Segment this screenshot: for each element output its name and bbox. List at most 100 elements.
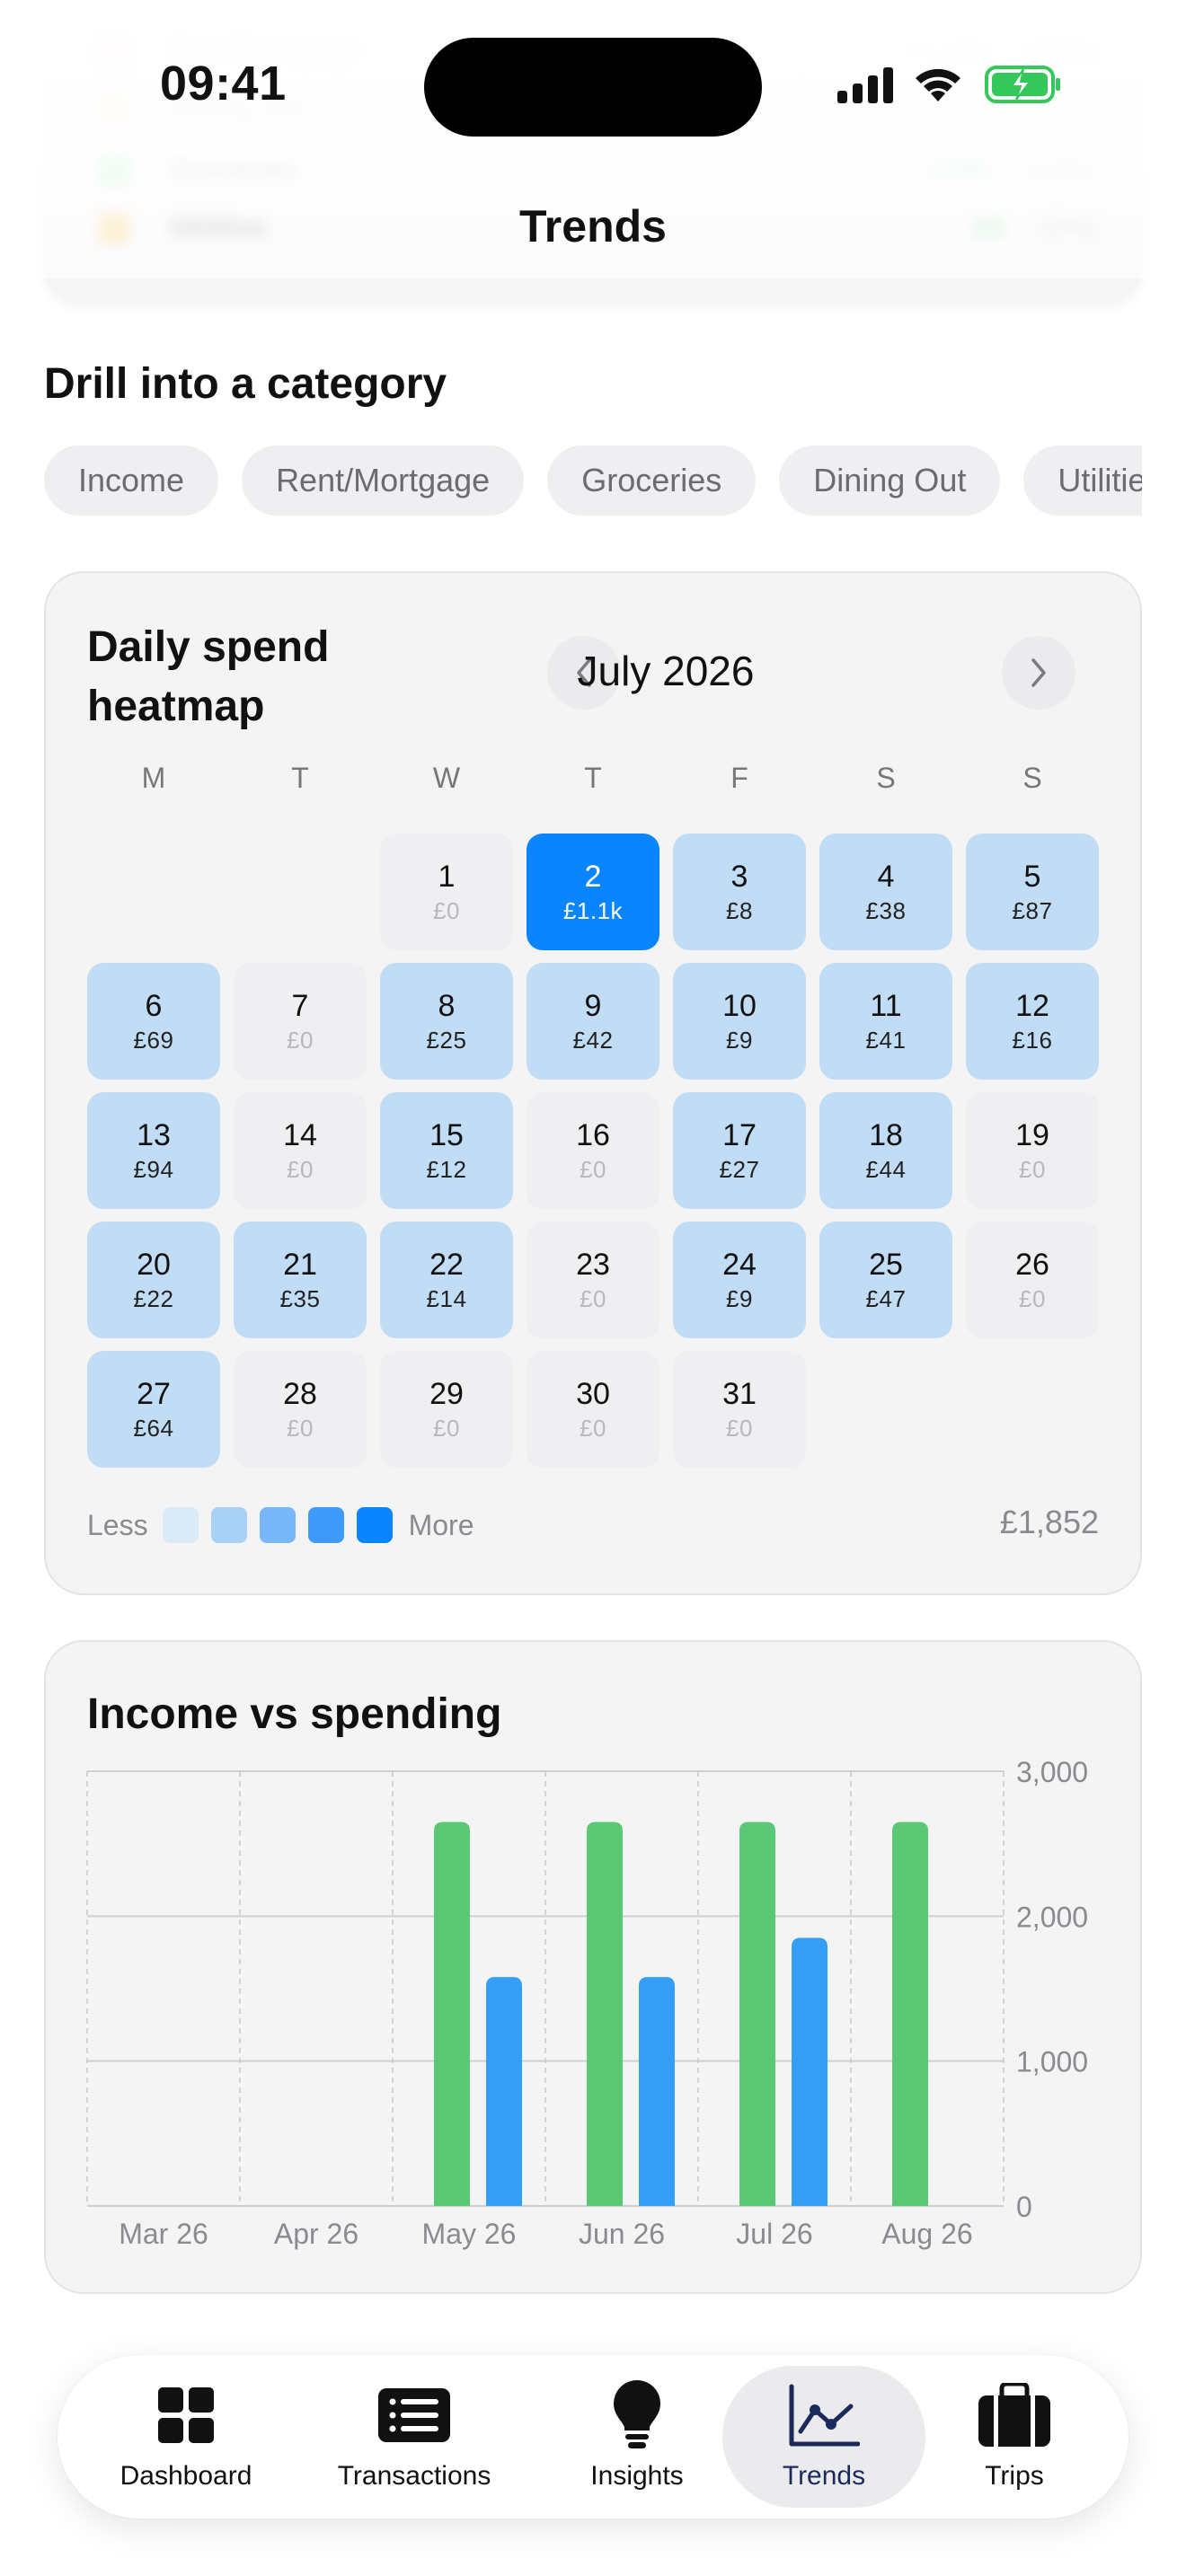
tab-label: Trends xyxy=(782,2461,866,2491)
cellular-signal-icon xyxy=(837,66,893,103)
heatmap-day-7[interactable]: 7 £0 xyxy=(234,963,367,1080)
lightbulb-icon xyxy=(614,2380,660,2448)
tab-bar: Dashboard Transactions Insights Trends T… xyxy=(58,2355,1128,2519)
x-tick-label: Apr 26 xyxy=(274,2218,358,2250)
day-amount: £9 xyxy=(726,1285,753,1312)
x-tick-label: May 26 xyxy=(422,2218,517,2250)
day-amount: £0 xyxy=(580,1285,606,1312)
heatmap-day-22[interactable]: 22 £14 xyxy=(380,1222,513,1338)
month-total: £1,852 xyxy=(999,1504,1099,1540)
heatmap-title: Daily spend heatmap xyxy=(87,623,330,730)
day-number: 24 xyxy=(722,1248,757,1282)
heatmap-day-12[interactable]: 12 £16 xyxy=(966,963,1099,1080)
page-title: Trends xyxy=(519,201,667,251)
day-amount: £94 xyxy=(133,1156,174,1183)
day-amount: £47 xyxy=(865,1285,907,1312)
heatmap-day-2[interactable]: 2 £1.1k xyxy=(527,834,659,950)
status-icons xyxy=(837,65,1062,104)
chevron-right-icon xyxy=(1031,658,1046,687)
x-tick-label: Aug 26 xyxy=(881,2218,972,2250)
heatmap-day-29[interactable]: 29 £0 xyxy=(380,1351,513,1468)
day-amount: £38 xyxy=(865,897,907,924)
heatmap-day-17[interactable]: 17 £27 xyxy=(673,1092,806,1209)
tab-dashboard[interactable]: Dashboard xyxy=(92,2366,280,2508)
heatmap-day-11[interactable]: 11 £41 xyxy=(819,963,952,1080)
heatmap-day-24[interactable]: 24 £9 xyxy=(673,1222,806,1338)
next-month-button[interactable] xyxy=(1002,636,1075,710)
chip-income[interactable]: Income xyxy=(44,446,219,516)
status-time: 09:41 xyxy=(160,57,287,110)
tab-trips[interactable]: Trips xyxy=(947,2366,1082,2508)
heatmap-day-6[interactable]: 6 £69 xyxy=(87,963,220,1080)
grid-icon xyxy=(158,2387,214,2443)
heatmap-day-10[interactable]: 10 £9 xyxy=(673,963,806,1080)
day-amount: £44 xyxy=(865,1156,907,1183)
day-number: 2 xyxy=(584,860,602,894)
chip-rent-mortgage[interactable]: Rent/Mortgage xyxy=(242,446,525,516)
day-amount: £27 xyxy=(719,1156,760,1183)
day-amount: £0 xyxy=(287,1415,314,1442)
day-number: 19 xyxy=(1015,1118,1049,1152)
heatmap-day-19[interactable]: 19 £0 xyxy=(966,1092,1099,1209)
y-tick-label: 2,000 xyxy=(1016,1901,1088,1933)
y-tick-label: 3,000 xyxy=(1016,1756,1088,1788)
day-number: 6 xyxy=(145,989,163,1023)
day-amount: £0 xyxy=(726,1415,753,1442)
tab-label: Trips xyxy=(985,2461,1044,2491)
legend-swatch xyxy=(307,1507,344,1543)
income-bar xyxy=(892,1822,928,2206)
day-number: 7 xyxy=(291,989,309,1023)
legend-less-label: Less xyxy=(87,1508,148,1541)
heatmap-day-21[interactable]: 21 £35 xyxy=(234,1222,367,1338)
day-amount: £35 xyxy=(279,1285,321,1312)
day-number: 26 xyxy=(1015,1248,1049,1282)
chip-dining-out[interactable]: Dining Out xyxy=(779,446,1001,516)
day-amount: £9 xyxy=(726,1027,753,1054)
day-number: 5 xyxy=(1023,860,1041,894)
weekday-label: F xyxy=(730,762,748,794)
day-amount: £0 xyxy=(580,1415,606,1442)
weekday-label: W xyxy=(432,762,461,794)
legend-more-label: More xyxy=(408,1508,474,1541)
heatmap-day-26[interactable]: 26 £0 xyxy=(966,1222,1099,1338)
weekday-label: T xyxy=(584,762,602,794)
day-amount: £42 xyxy=(572,1027,614,1054)
heatmap-day-28[interactable]: 28 £0 xyxy=(234,1351,367,1468)
weekday-header: MTWTFSS xyxy=(87,762,1102,807)
tab-transactions[interactable]: Transactions xyxy=(302,2366,527,2508)
month-label: July 2026 xyxy=(577,648,755,694)
day-number: 8 xyxy=(438,989,456,1023)
heatmap-day-16[interactable]: 16 £0 xyxy=(527,1092,659,1209)
heatmap-day-9[interactable]: 9 £42 xyxy=(527,963,659,1080)
heatmap-day-5[interactable]: 5 £87 xyxy=(966,834,1099,950)
heatmap-day-4[interactable]: 4 £38 xyxy=(819,834,952,950)
heatmap-day-23[interactable]: 23 £0 xyxy=(527,1222,659,1338)
weekday-label: S xyxy=(876,762,896,794)
tab-trends[interactable]: Trends xyxy=(722,2366,925,2508)
day-number: 10 xyxy=(722,989,757,1023)
list-icon xyxy=(378,2388,450,2442)
day-number: 3 xyxy=(730,860,748,894)
heatmap-day-13[interactable]: 13 £94 xyxy=(87,1092,220,1209)
heatmap-day-31[interactable]: 31 £0 xyxy=(673,1351,806,1468)
heatmap-day-14[interactable]: 14 £0 xyxy=(234,1092,367,1209)
legend-swatch xyxy=(356,1507,393,1543)
heatmap-day-1[interactable]: 1 £0 xyxy=(380,834,513,950)
heatmap-day-15[interactable]: 15 £12 xyxy=(380,1092,513,1209)
tab-insights[interactable]: Insights xyxy=(561,2366,713,2508)
income-bar xyxy=(587,1822,623,2206)
chip-groceries[interactable]: Groceries xyxy=(547,446,757,516)
heatmap-day-27[interactable]: 27 £64 xyxy=(87,1351,220,1468)
heatmap-day-30[interactable]: 30 £0 xyxy=(527,1351,659,1468)
heatmap-day-3[interactable]: 3 £8 xyxy=(673,834,806,950)
day-number: 15 xyxy=(429,1118,464,1152)
heatmap-day-8[interactable]: 8 £25 xyxy=(380,963,513,1080)
heatmap-card: Daily spend heatmap July 2026 MTWTFSS 1 £… xyxy=(44,571,1142,1595)
chip-utilities[interactable]: Utilities xyxy=(1023,446,1142,516)
heatmap-day-20[interactable]: 20 £22 xyxy=(87,1222,220,1338)
category-chips: Income Rent/Mortgage Groceries Dining Ou… xyxy=(44,446,1142,517)
day-number: 31 xyxy=(722,1377,757,1411)
heatmap-day-18[interactable]: 18 £44 xyxy=(819,1092,952,1209)
day-number: 18 xyxy=(869,1118,903,1152)
heatmap-day-25[interactable]: 25 £47 xyxy=(819,1222,952,1338)
